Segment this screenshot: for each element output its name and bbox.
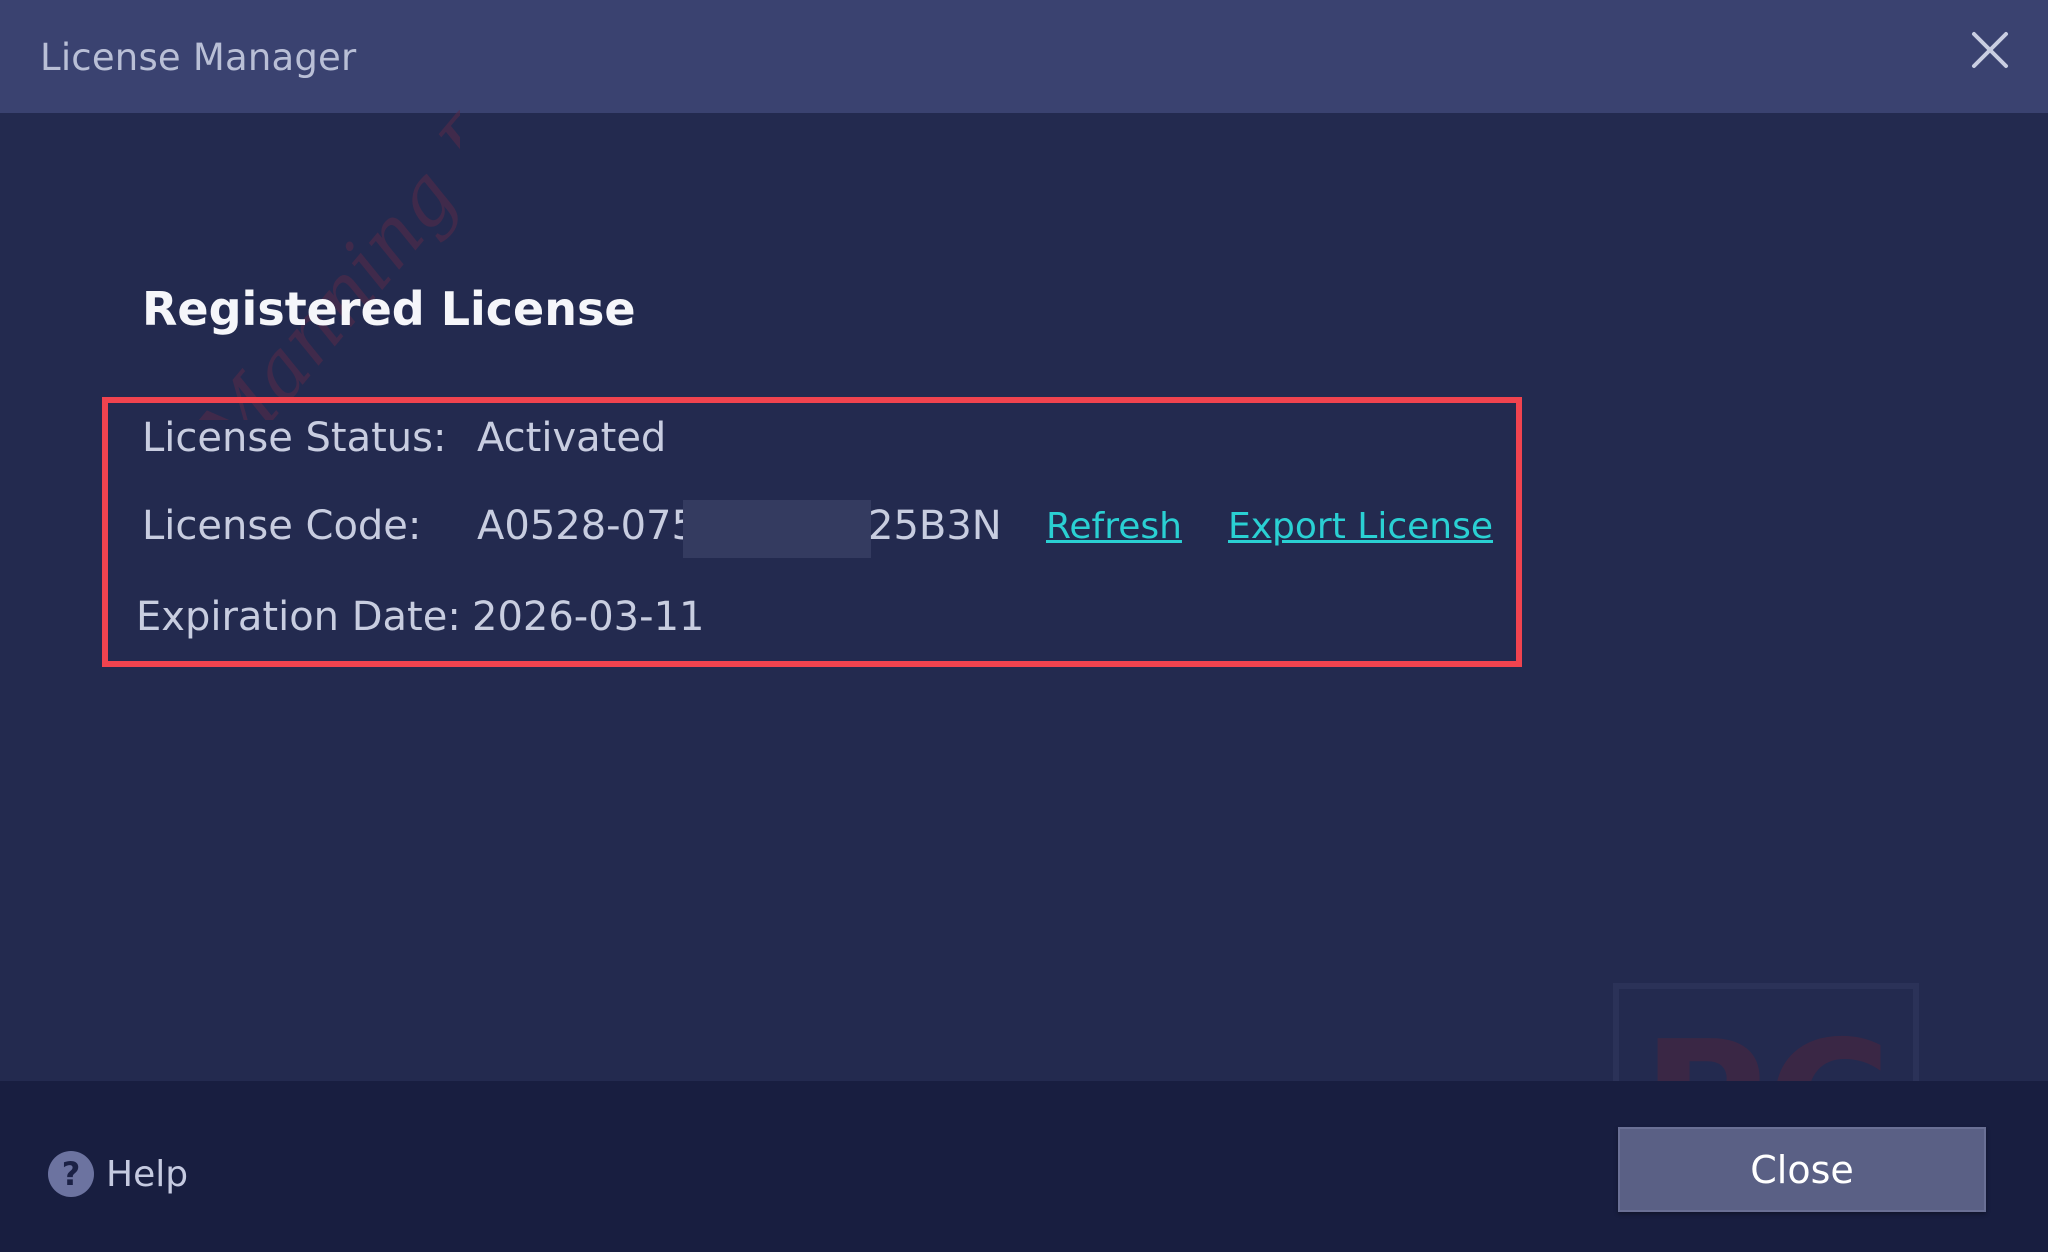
license-status-label: License Status: (142, 415, 447, 461)
refresh-link[interactable]: Refresh (1046, 506, 1182, 547)
help-icon: ? (48, 1151, 94, 1197)
license-code-redaction (683, 500, 871, 558)
window-title: License Manager (40, 36, 357, 79)
export-license-link[interactable]: Export License (1228, 506, 1493, 547)
license-code-value-end: 25B3N (868, 503, 1002, 549)
license-code-value-start: A0528-075 (477, 503, 697, 549)
license-status-value: Activated (477, 415, 667, 461)
license-code-label: License Code: (142, 503, 422, 549)
license-manager-dialog: License Manager Manning PC PC Registered… (0, 0, 2048, 1252)
help-button[interactable]: ? Help (48, 1150, 188, 1198)
expiration-date-value: 2026-03-11 (472, 594, 705, 640)
close-button[interactable]: Close (1618, 1127, 1986, 1212)
close-icon[interactable] (1968, 28, 2012, 72)
section-title: Registered License (142, 282, 636, 336)
expiration-date-label: Expiration Date: (136, 594, 461, 640)
title-bar: License Manager (0, 0, 2048, 113)
help-label: Help (106, 1153, 189, 1195)
